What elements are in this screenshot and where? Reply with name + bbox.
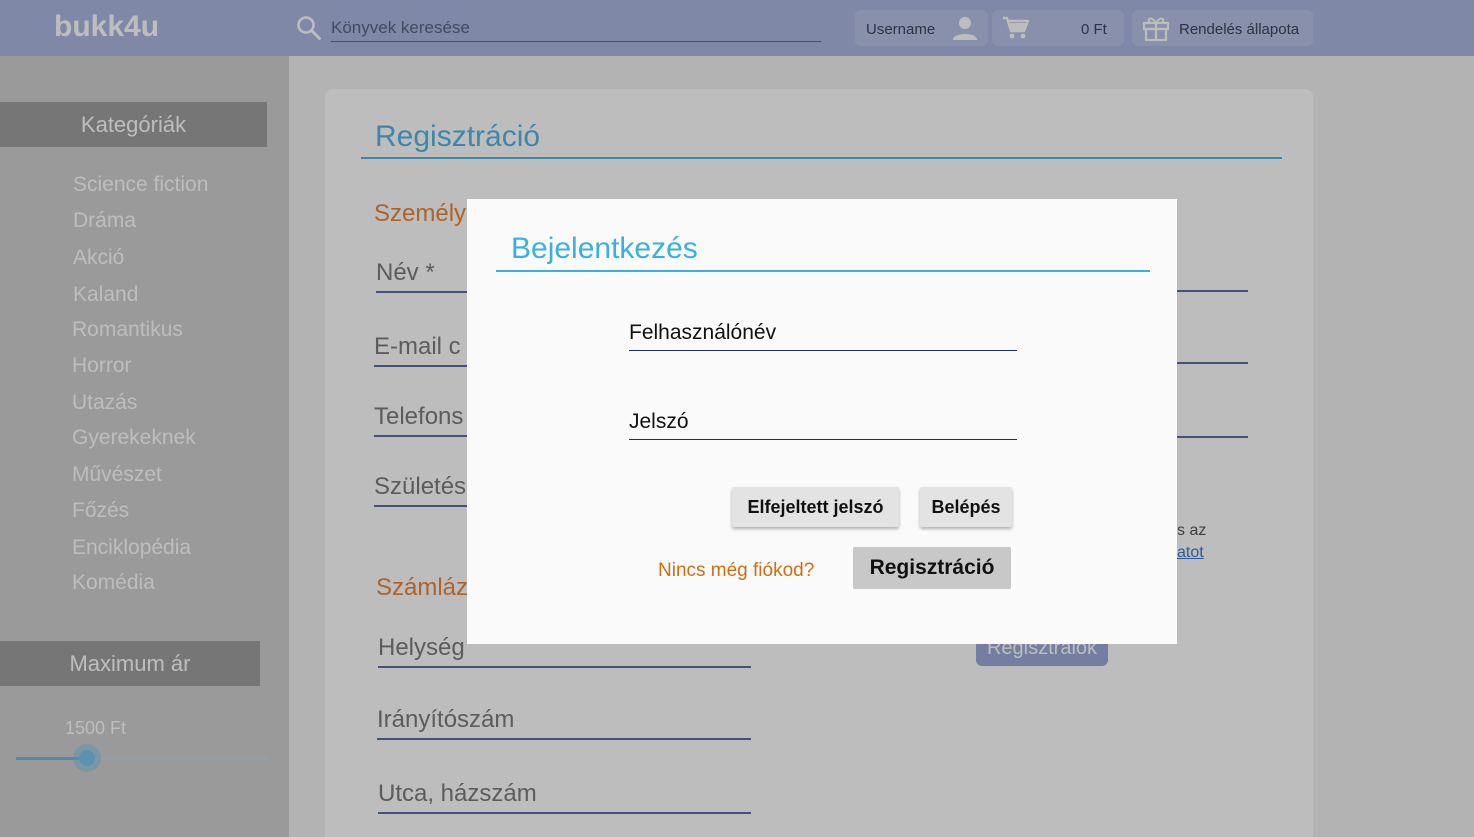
username-input[interactable]: Felhasználónév [629,317,1017,351]
login-title: Bejelentkezés [511,232,698,265]
register-button[interactable]: Regisztráció [853,547,1011,589]
login-button[interactable]: Belépés [920,487,1012,527]
login-modal: Bejelentkezés Felhasználónév Jelszó Elfe… [467,199,1177,644]
login-title-divider [496,270,1150,272]
forgot-password-button[interactable]: Elfejeltett jelszó [732,487,899,527]
password-input[interactable]: Jelszó [629,406,1017,440]
no-account-text: Nincs még fiókod? [658,560,815,581]
